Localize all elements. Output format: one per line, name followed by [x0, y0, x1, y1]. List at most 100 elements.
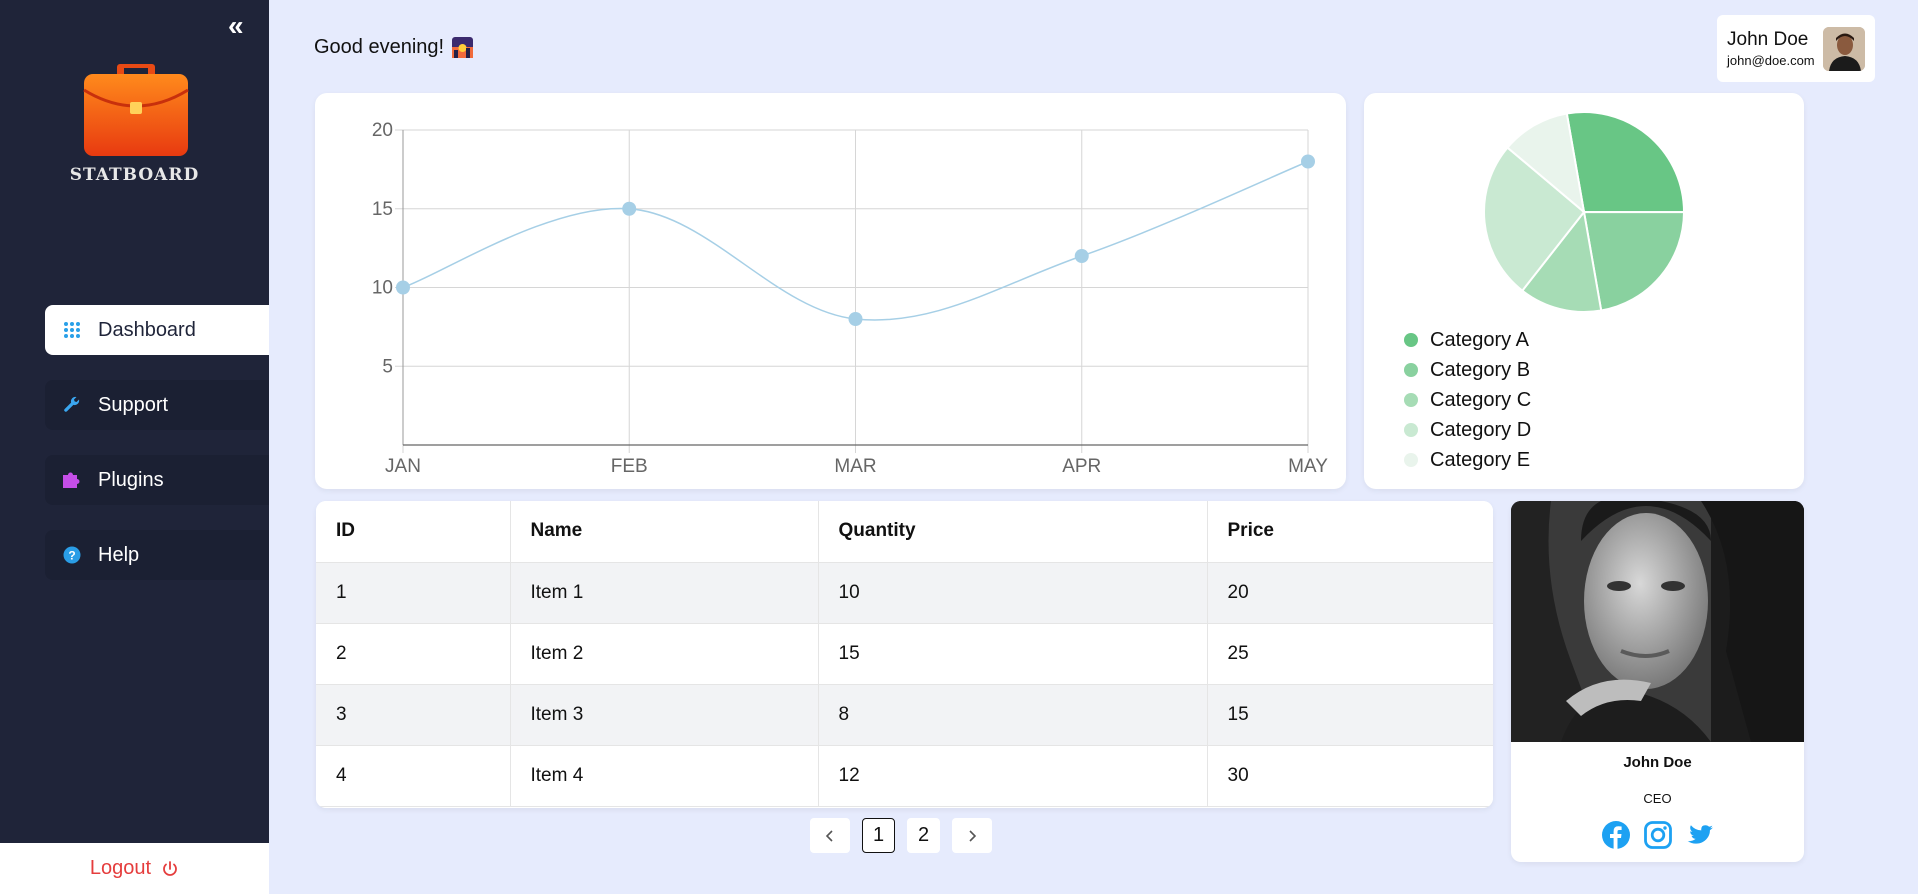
data-point [622, 201, 637, 216]
cell-name: Item 4 [510, 745, 819, 807]
legend-swatch [1404, 333, 1418, 347]
cell-price: 20 [1207, 562, 1493, 624]
line-chart-card: 5 10 15 20 JAN FEB MAR APR MAY [315, 93, 1346, 489]
legend-item[interactable]: Category E [1404, 445, 1531, 475]
legend-swatch [1404, 453, 1418, 467]
sidebar-item-label: Support [98, 393, 169, 416]
x-tick-label: MAR [834, 456, 876, 477]
next-page-button[interactable] [952, 818, 992, 853]
x-tick-label: APR [1062, 456, 1101, 477]
column-header-id[interactable]: ID [316, 501, 511, 563]
data-point [1074, 249, 1089, 263]
user-card[interactable]: John Doe john@doe.com [1717, 15, 1875, 82]
legend-label: Category A [1430, 328, 1529, 351]
sidebar: « STATBOARD Dashboard Support Plugins ? … [0, 0, 269, 894]
legend-label: Category E [1430, 448, 1531, 471]
table-row[interactable]: 3 Item 3 8 15 [316, 684, 1493, 746]
pagination: 1 2 [810, 818, 992, 853]
avatar [1822, 26, 1865, 71]
cell-price: 25 [1207, 623, 1493, 685]
table-row[interactable]: 2 Item 2 15 25 [316, 623, 1493, 685]
column-header-price[interactable]: Price [1207, 501, 1493, 563]
logout-button[interactable]: Logout [0, 843, 269, 894]
data-point [396, 280, 410, 295]
cell-name: Item 1 [510, 562, 819, 624]
sidebar-item-plugins[interactable]: Plugins [45, 455, 269, 505]
grid-icon [62, 320, 82, 340]
items-table-card: ID Name Quantity Price 1 Item 1 10 20 2 … [316, 501, 1493, 808]
cell-id: 3 [316, 684, 511, 746]
legend-label: Category B [1430, 358, 1531, 381]
chevron-right-icon [969, 829, 977, 842]
twitter-icon[interactable] [1685, 820, 1715, 850]
logout-label: Logout [89, 857, 152, 879]
power-icon [163, 860, 177, 876]
data-point [848, 312, 863, 326]
instagram-icon[interactable] [1643, 820, 1673, 850]
app-name: STATBOARD [69, 165, 200, 185]
sidebar-item-help[interactable]: ? Help [45, 530, 269, 580]
profile-photo [1511, 501, 1804, 742]
y-tick-label: 5 [382, 356, 393, 377]
cell-name: Item 3 [510, 684, 819, 746]
pie-slice [1565, 111, 1686, 214]
x-tick-label: FEB [611, 456, 648, 477]
y-tick-label: 10 [372, 278, 393, 299]
collapse-sidebar-icon[interactable]: « [228, 10, 243, 42]
cell-id: 2 [316, 623, 511, 685]
page-button-2[interactable]: 2 [907, 818, 940, 853]
cell-quantity: 12 [818, 745, 1208, 807]
cell-quantity: 8 [818, 684, 1208, 746]
facebook-icon[interactable] [1601, 820, 1631, 850]
y-tick-label: 20 [372, 120, 393, 141]
cell-price: 15 [1207, 684, 1493, 746]
data-point [1301, 154, 1315, 169]
svg-text:?: ? [68, 549, 75, 563]
cell-quantity: 15 [818, 623, 1208, 685]
cell-name: Item 2 [510, 623, 819, 685]
table-header-row: ID Name Quantity Price [316, 501, 1493, 563]
legend-item[interactable]: Category A [1404, 325, 1531, 355]
greeting-text: Good evening! [314, 36, 445, 58]
legend-item[interactable]: Category D [1404, 415, 1531, 445]
profile-card: John Doe CEO [1511, 501, 1804, 862]
prev-page-button[interactable] [810, 818, 850, 853]
puzzle-icon [62, 470, 82, 490]
cell-quantity: 10 [818, 562, 1208, 624]
sidebar-item-support[interactable]: Support [45, 380, 269, 430]
cell-id: 1 [316, 562, 511, 624]
page-button-1[interactable]: 1 [862, 818, 895, 853]
table-row[interactable]: 1 Item 1 10 20 [316, 562, 1493, 624]
cell-id: 4 [316, 745, 511, 807]
wrench-icon [62, 395, 82, 415]
column-header-name[interactable]: Name [510, 501, 819, 563]
legend-label: Category C [1430, 388, 1532, 411]
greeting: Good evening! [314, 36, 474, 59]
legend-item[interactable]: Category C [1404, 385, 1531, 415]
sidebar-item-label: Dashboard [98, 318, 196, 341]
user-email: john@doe.com [1727, 53, 1815, 68]
x-tick-label: JAN [385, 456, 421, 477]
legend-swatch [1404, 393, 1418, 407]
pie-chart-card: Category A Category B Category C Category D… [1364, 93, 1804, 489]
line-chart: 5 10 15 20 JAN FEB MAR APR MAY [372, 120, 1328, 477]
profile-role: CEO [1643, 791, 1672, 806]
user-name: John Doe [1727, 29, 1809, 50]
pie-legend: Category A Category B Category C Category D… [1404, 325, 1531, 475]
column-header-quantity[interactable]: Quantity [818, 501, 1208, 563]
profile-name: John Doe [1623, 754, 1692, 771]
sidebar-item-dashboard[interactable]: Dashboard [45, 305, 269, 355]
x-tick-label: MAY [1288, 456, 1328, 477]
help-icon: ? [62, 545, 82, 565]
items-table: ID Name Quantity Price 1 Item 1 10 20 2 … [316, 501, 1493, 807]
pie-chart [1483, 111, 1686, 313]
legend-label: Category D [1430, 418, 1532, 441]
chevron-left-icon [825, 829, 833, 842]
table-row[interactable]: 4 Item 4 12 30 [316, 745, 1493, 807]
sunset-icon [452, 37, 474, 58]
sidebar-item-label: Help [98, 543, 140, 566]
social-links [1511, 820, 1804, 850]
briefcase-logo-icon [83, 64, 189, 156]
legend-swatch [1404, 363, 1418, 377]
legend-item[interactable]: Category B [1404, 355, 1531, 385]
